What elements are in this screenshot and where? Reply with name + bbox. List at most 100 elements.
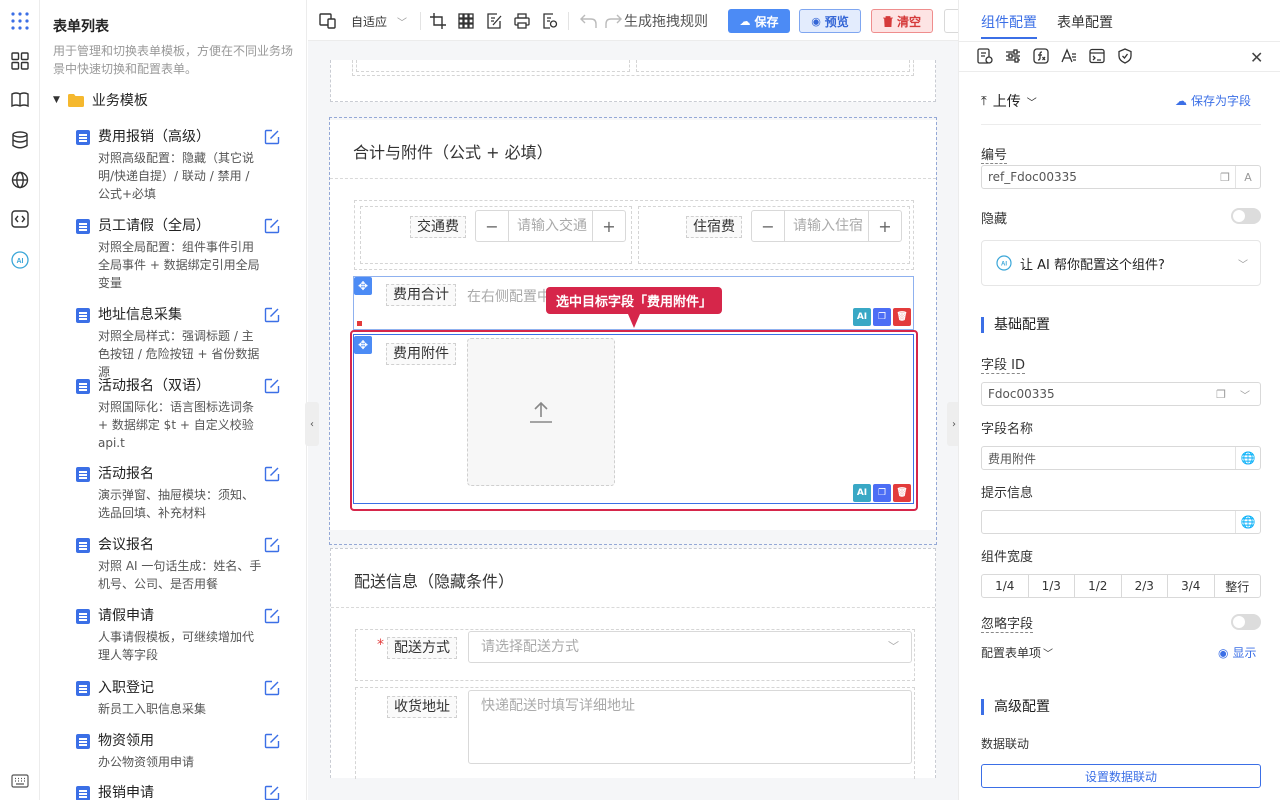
shield-icon[interactable]: [1117, 48, 1133, 64]
field-name-input[interactable]: 费用附件 🌐: [981, 446, 1261, 470]
delete-icon[interactable]: 🗑: [893, 308, 911, 326]
edit-icon[interactable]: [264, 307, 280, 323]
preview-button[interactable]: ◉ 预览: [799, 9, 861, 33]
close-icon[interactable]: ✕: [1250, 48, 1263, 67]
components-icon[interactable]: [9, 50, 31, 72]
delete-icon[interactable]: 🗑: [893, 484, 911, 502]
address-textarea[interactable]: 快递配送时填写详细地址: [468, 690, 912, 764]
keyboard-icon[interactable]: [9, 770, 31, 792]
width-option[interactable]: 1/2: [1075, 575, 1122, 597]
width-option[interactable]: 整行: [1215, 575, 1261, 597]
minus-button[interactable]: −: [752, 211, 784, 241]
grid-icon[interactable]: [458, 11, 474, 31]
tab-form-config[interactable]: 表单配置: [1057, 12, 1113, 32]
hidden-toggle[interactable]: [1231, 208, 1261, 224]
database-icon[interactable]: [9, 129, 31, 151]
document-icon: [76, 308, 90, 323]
upload-dropzone[interactable]: [467, 338, 615, 486]
formula-icon[interactable]: [1033, 48, 1049, 64]
copy-icon[interactable]: ❐: [1216, 388, 1226, 401]
save-as-field-button[interactable]: ☁ 保存为字段: [1175, 92, 1251, 109]
edit-icon[interactable]: [264, 218, 280, 234]
plus-button[interactable]: +: [869, 211, 901, 241]
document-icon: [76, 130, 90, 145]
width-option[interactable]: 1/3: [1029, 575, 1075, 597]
clear-button[interactable]: 清空: [871, 9, 933, 33]
layout-select[interactable]: 自适应 ﹀: [351, 11, 407, 31]
upload-type-select[interactable]: ⤒ 上传 ﹀: [981, 91, 1037, 111]
window-code-icon[interactable]: [1089, 48, 1105, 64]
plus-button[interactable]: +: [593, 211, 625, 241]
edit-doc-icon[interactable]: [486, 11, 502, 31]
collapse-left-button[interactable]: ‹: [305, 402, 319, 446]
show-toggle-link[interactable]: ◉ 显示: [1218, 644, 1257, 661]
hotel-fee-input[interactable]: 请输入住宿: [784, 211, 869, 241]
book-icon[interactable]: [9, 89, 31, 111]
generate-rule-button[interactable]: 生成拖拽规则: [624, 11, 708, 31]
text-a-icon[interactable]: A: [1235, 166, 1260, 188]
edit-icon[interactable]: [264, 466, 280, 482]
ai-action-icon[interactable]: AI: [853, 308, 871, 326]
edit-icon[interactable]: [264, 608, 280, 624]
edit-icon[interactable]: [264, 733, 280, 749]
tab-component-config[interactable]: 组件配置: [981, 12, 1037, 32]
hotel-fee-stepper[interactable]: − 请输入住宿 +: [751, 210, 902, 242]
svg-text:AI: AI: [1001, 262, 1007, 268]
upload-icon: [530, 401, 552, 423]
drag-handle-icon[interactable]: ✥: [354, 336, 372, 354]
ai-help-collapse[interactable]: AI 让 AI 帮你配置这个组件? ﹀: [981, 240, 1261, 286]
minus-button[interactable]: −: [476, 211, 508, 241]
globe-icon[interactable]: 🌐: [1235, 447, 1260, 469]
copy-icon[interactable]: ❐: [873, 484, 891, 502]
form-items-dropdown[interactable]: 配置表单项 ﹀: [981, 644, 1053, 661]
sliders-icon[interactable]: [1005, 48, 1021, 64]
overflow-button[interactable]: [944, 9, 958, 33]
props-icon[interactable]: [977, 48, 993, 64]
text-style-icon[interactable]: [1061, 48, 1077, 64]
ref-value: ref_Fdoc00335: [988, 170, 1077, 184]
toolbar-divider: [959, 71, 1280, 72]
group-business-templates[interactable]: ▼ 业务模板: [53, 90, 148, 110]
set-linkage-button[interactable]: 设置数据联动: [981, 764, 1261, 788]
ai-assistant-icon[interactable]: AI: [9, 249, 31, 271]
field-id-input[interactable]: Fdoc00335 ❐ ﹀: [981, 382, 1261, 406]
form-list-title: 表单列表: [53, 19, 109, 35]
device-icon[interactable]: [319, 11, 337, 31]
section-divider: [331, 607, 935, 608]
globe-icon[interactable]: [9, 169, 31, 191]
required-marker: [357, 321, 362, 326]
edit-icon[interactable]: [264, 129, 280, 145]
delivery-method-select[interactable]: 请选择配送方式 ﹀: [468, 631, 912, 663]
document-icon: [76, 734, 90, 749]
redo-icon[interactable]: [604, 11, 622, 31]
edit-icon[interactable]: [264, 785, 280, 800]
selection-callout: 选中目标字段「费用附件」: [546, 287, 722, 314]
transport-fee-stepper[interactable]: − 请输入交通 +: [475, 210, 626, 242]
width-option[interactable]: 3/4: [1168, 575, 1215, 597]
upload-type-label: 上传: [992, 94, 1021, 110]
width-option[interactable]: 1/4: [982, 575, 1029, 597]
globe-icon[interactable]: 🌐: [1235, 511, 1260, 533]
apps-grid-icon[interactable]: [9, 10, 31, 32]
ai-action-icon[interactable]: AI: [853, 484, 871, 502]
copy-icon[interactable]: ❐: [873, 308, 891, 326]
crop-icon[interactable]: [430, 11, 446, 31]
edit-icon[interactable]: [264, 680, 280, 696]
section-delivery[interactable]: 配送信息（隐藏条件） * 配送方式 请选择配送方式 ﹀ 收货地址 快递配送时填写…: [330, 548, 936, 779]
edit-icon[interactable]: [264, 378, 280, 394]
print-icon[interactable]: [514, 11, 530, 31]
width-option[interactable]: 2/3: [1122, 575, 1168, 597]
ignore-field-toggle[interactable]: [1231, 614, 1261, 630]
required-asterisk: *: [377, 637, 384, 653]
undo-icon[interactable]: [580, 11, 598, 31]
code-icon[interactable]: [9, 208, 31, 230]
drag-handle-icon[interactable]: ✥: [354, 277, 372, 295]
ref-input[interactable]: ref_Fdoc00335 ❐ A: [981, 165, 1261, 189]
field-name-label: 字段名称: [981, 422, 1034, 437]
tip-input[interactable]: 🌐: [981, 510, 1261, 534]
edit-icon[interactable]: [264, 537, 280, 553]
copy-icon[interactable]: ❐: [1220, 171, 1230, 184]
save-button[interactable]: ☁ 保存: [728, 9, 790, 33]
preview-doc-icon[interactable]: [542, 11, 558, 31]
transport-fee-input[interactable]: 请输入交通: [508, 211, 593, 241]
